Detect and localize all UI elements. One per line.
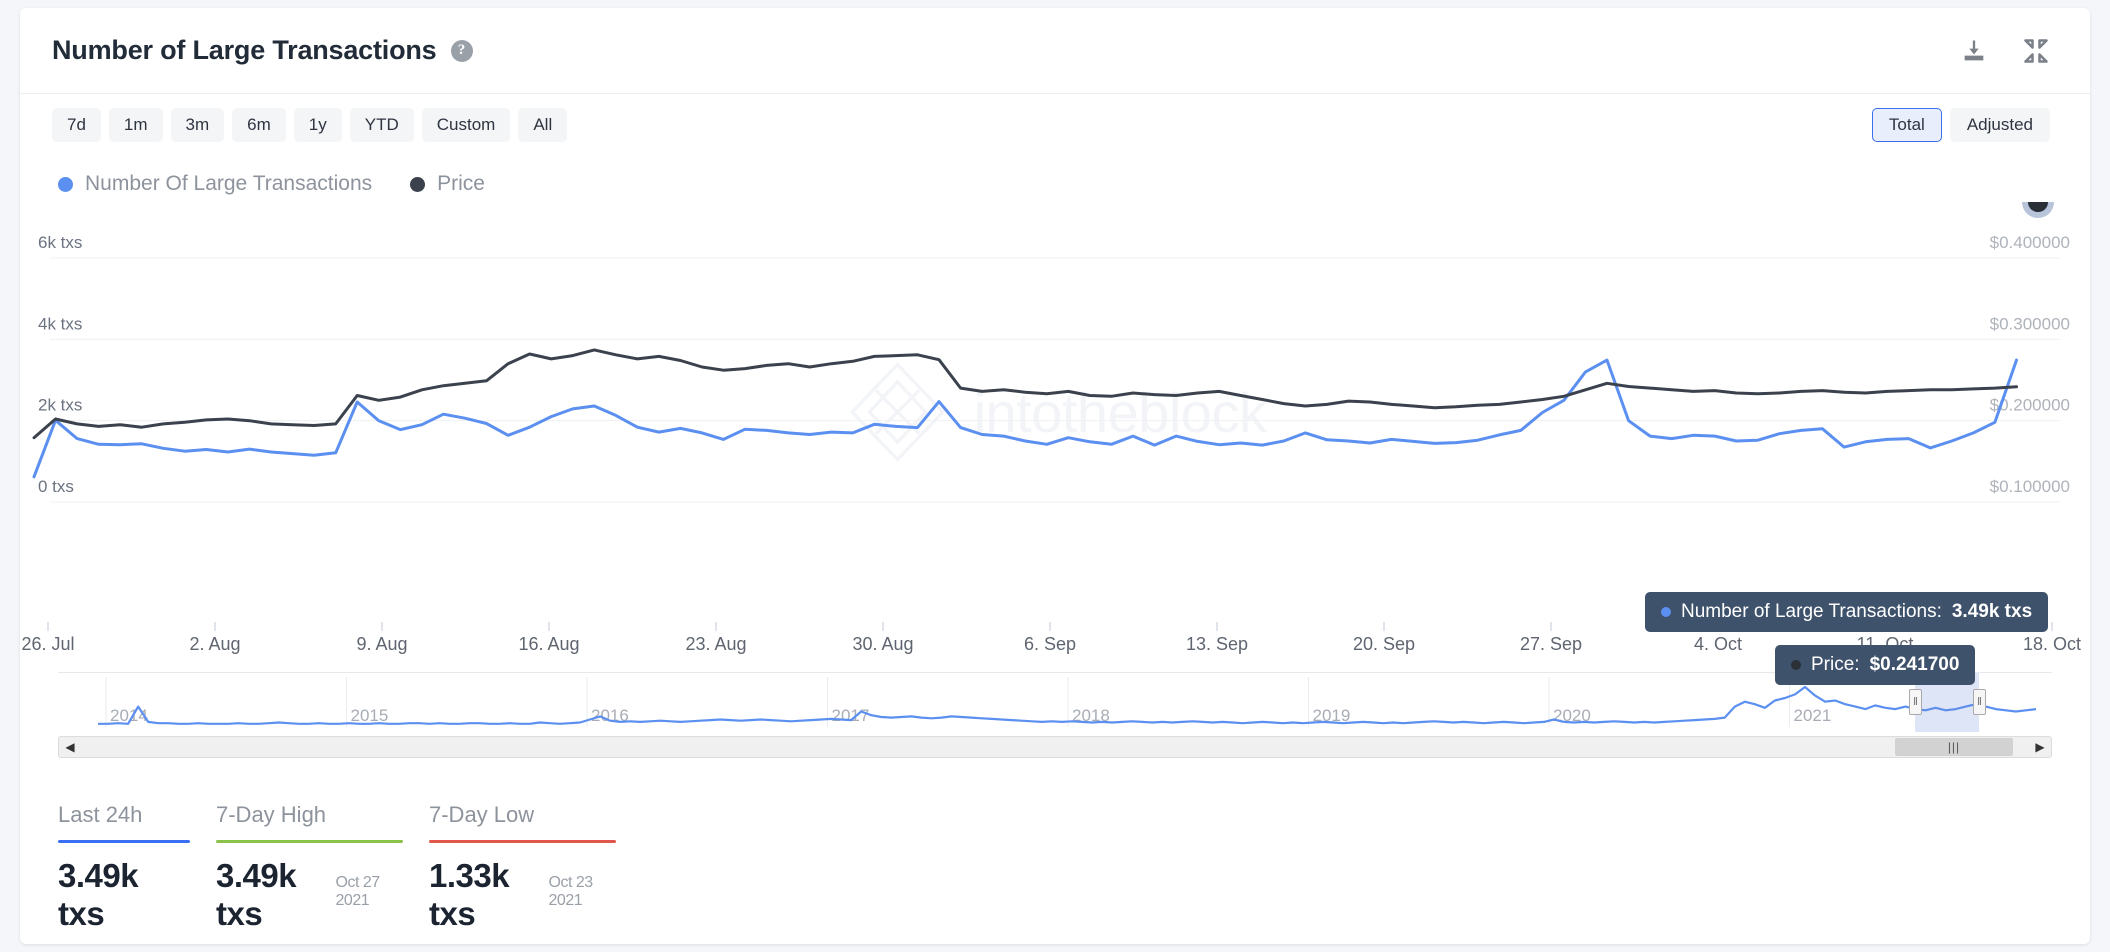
chart-plot-area[interactable]: intotheblock 0 txs 2k txs 4k txs 6k txs $0.1… <box>20 202 2090 685</box>
x-axis-tick-label: 4. Oct <box>1694 634 1742 654</box>
legend-item-transactions[interactable]: Number Of Large Transactions <box>58 172 372 196</box>
stat-value: 3.49k txs <box>58 857 139 932</box>
collapse-icon[interactable] <box>2022 37 2050 65</box>
y2-axis-tick-label: $0.300000 <box>1990 314 2070 333</box>
navigator-handle-left[interactable]: ‖ <box>1909 689 1922 715</box>
tooltip-transactions: Number of Large Transactions: 3.49k txs <box>1645 592 2049 632</box>
x-axis-tick-label: 9. Aug <box>356 634 407 654</box>
tooltip-price-value: $0.241700 <box>1869 654 1960 675</box>
tooltip-dot-icon <box>1661 607 1671 617</box>
mode-button-adjusted[interactable]: Adjusted <box>1949 107 2050 143</box>
tooltip-dot-icon <box>1791 660 1801 670</box>
navigator-year-label: 2017 <box>832 706 870 725</box>
legend-dot-icon <box>410 176 426 192</box>
legend-label-transactions: Number Of Large Transactions <box>85 172 373 195</box>
y2-axis-tick-label: $0.100000 <box>1990 477 2070 496</box>
x-axis-tick-label: 13. Sep <box>1186 634 1248 654</box>
stat-value-group: 3.49k txs Oct 27 2021 <box>216 857 403 933</box>
scroll-left-arrow-icon[interactable]: ◀ <box>59 737 81 757</box>
y-axis-tick-label: 2k txs <box>38 396 82 415</box>
time-range-group: 7d 1m 3m 6m 1y YTD Custom All <box>52 107 568 143</box>
stat-value-group: 1.33k txs Oct 23 2021 <box>429 857 616 933</box>
range-button-custom[interactable]: Custom <box>421 107 511 143</box>
y2-axis-tick-label: $0.400000 <box>1990 233 2070 252</box>
series-line-transactions <box>32 358 2018 479</box>
x-axis-tick-label: 2. Aug <box>189 634 240 654</box>
stat-date: Oct 23 2021 <box>548 874 594 909</box>
chart-legend: Number Of Large Transactions Price <box>20 156 2090 202</box>
stat-last-24h: Last 24h 3.49k txs <box>58 802 216 933</box>
range-button-1m[interactable]: 1m <box>108 107 163 143</box>
download-icon[interactable] <box>1960 37 1988 65</box>
page-title: Number of Large Transactions <box>52 35 437 65</box>
stat-value: 1.33k txs <box>429 857 510 932</box>
y-axis-tick-label: 0 txs <box>38 477 74 496</box>
header-actions <box>1960 37 2050 65</box>
range-button-6m[interactable]: 6m <box>232 107 286 143</box>
x-axis-tick-label: 26. Jul <box>21 634 74 654</box>
range-button-7d[interactable]: 7d <box>52 107 101 143</box>
y-axis-tick-label: 4k txs <box>38 314 82 333</box>
navigator-year-label: 2015 <box>351 706 389 725</box>
stat-rule <box>58 840 190 843</box>
chart-navigator[interactable]: 2014 2015 2016 2017 2018 2019 2020 2021 ‖ ‖ <box>58 672 2052 732</box>
y-axis-tick-label: 6k txs <box>38 233 82 252</box>
stat-label: 7-Day Low <box>429 802 535 827</box>
stat-rule <box>216 840 403 843</box>
series-line-price <box>32 348 2018 440</box>
stat-value-group: 3.49k txs <box>58 857 190 933</box>
x-axis-tick-label: 30. Aug <box>852 634 913 654</box>
stat-value: 3.49k txs <box>216 857 297 932</box>
range-button-all[interactable]: All <box>518 107 568 143</box>
tooltip-series-value: 3.49k txs <box>1951 601 2033 622</box>
range-button-1y[interactable]: 1y <box>293 107 342 143</box>
x-axis-tick-label: 20. Sep <box>1353 634 1415 654</box>
mode-toggle-group: Total Adjusted <box>1871 107 2050 143</box>
legend-dot-icon <box>58 176 73 192</box>
x-axis-tick-label: 16. Aug <box>518 634 579 654</box>
navigator-svg: 2014 2015 2016 2017 2018 2019 2020 2021 <box>98 677 2037 727</box>
navigator-year-label: 2021 <box>1794 706 1832 725</box>
range-button-3m[interactable]: 3m <box>170 107 225 143</box>
chart-card: Number of Large Transactions ? 7d 1m 3m … <box>20 8 2090 944</box>
navigator-sparkline <box>98 685 2037 725</box>
x-axis-tick-label: 27. Sep <box>1520 634 1582 654</box>
stat-date: Oct 27 2021 <box>335 874 381 909</box>
x-axis-tick-label: 18. Oct <box>2023 634 2081 654</box>
scroll-right-arrow-icon[interactable]: ▶ <box>2029 737 2051 757</box>
stat-label: Last 24h <box>58 802 143 827</box>
x-axis-tick-label: 23. Aug <box>685 634 746 654</box>
range-button-ytd[interactable]: YTD <box>349 107 414 143</box>
stat-label: 7-Day High <box>216 802 327 827</box>
chart-toolbar: 7d 1m 3m 6m 1y YTD Custom All Total Adju… <box>20 94 2090 156</box>
card-header: Number of Large Transactions ? <box>20 8 2090 94</box>
chart-scrollbar[interactable]: ◀ ▶ ||| <box>58 736 2052 758</box>
tooltip-price-label: Price: <box>1811 654 1860 675</box>
legend-item-price[interactable]: Price <box>410 172 485 196</box>
mode-button-total[interactable]: Total <box>1871 107 1942 143</box>
chart-svg: 0 txs2k txs4k txs6k txs$0.100000$0.20000… <box>32 202 2070 503</box>
navigator-handle-right[interactable]: ‖ <box>1973 689 1986 715</box>
stats-row: Last 24h 3.49k txs 7-Day High 3.49k txs … <box>20 758 2090 933</box>
question-mark-icon[interactable]: ? <box>450 39 473 62</box>
x-axis-tick-label: 6. Sep <box>1024 634 1076 654</box>
scrollbar-thumb[interactable]: ||| <box>1895 738 2013 756</box>
legend-label-price: Price <box>437 172 485 195</box>
tooltip-series-label: Number of Large Transactions: <box>1681 601 1942 622</box>
stat-7-day-high: 7-Day High 3.49k txs Oct 27 2021 <box>216 802 429 933</box>
tooltip-price: Price: $0.241700 <box>1775 645 1976 685</box>
stat-rule <box>429 840 616 843</box>
stat-7-day-low: 7-Day Low 1.33k txs Oct 23 2021 <box>429 802 642 933</box>
